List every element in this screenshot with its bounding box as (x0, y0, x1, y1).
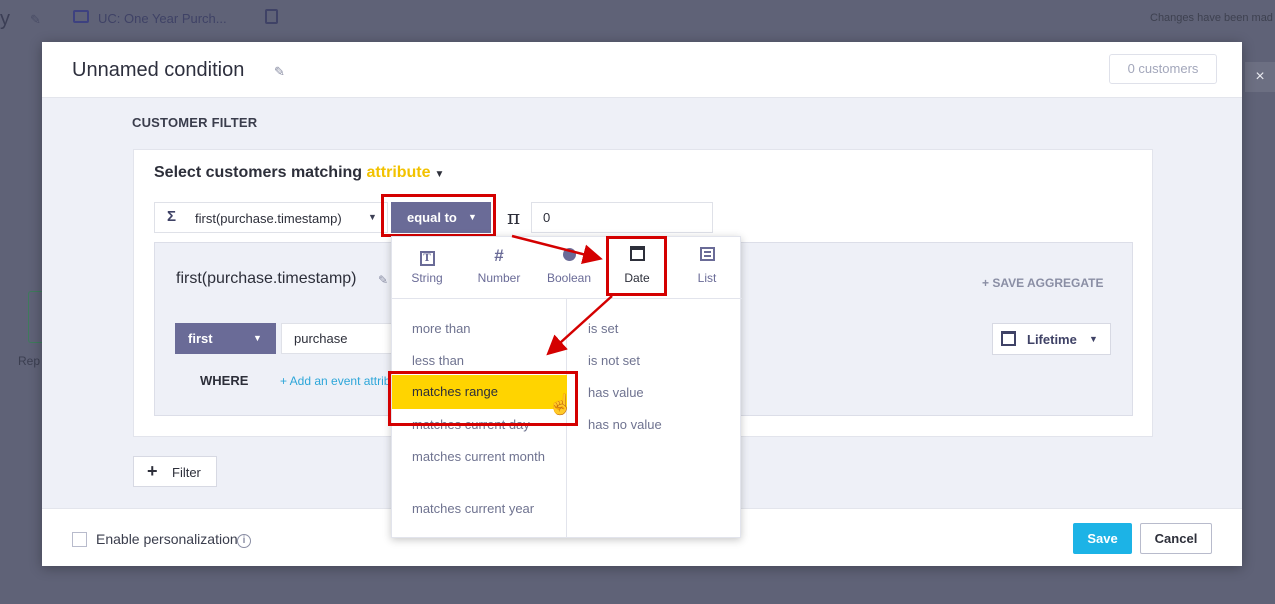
modal-header: Unnamed condition ✎ 0 customers (42, 42, 1242, 98)
pi-icon[interactable]: π (507, 205, 520, 229)
hash-icon: # (494, 246, 504, 265)
sigma-icon: Σ (167, 208, 177, 225)
bg-folder-title: UC: One Year Purch... (98, 11, 227, 26)
aggregate-field-label: first(purchase.timestamp) (195, 211, 342, 226)
section-title: CUSTOMER FILTER (132, 115, 258, 130)
close-icon[interactable]: × (1245, 62, 1275, 92)
modal-title: Unnamed condition (72, 59, 245, 81)
background-topbar: y ✎ UC: One Year Purch... Changes have b… (0, 0, 1275, 40)
bg-card-edge (28, 291, 42, 343)
select-mode-link[interactable]: attribute (367, 164, 431, 181)
operator-option[interactable]: matches current year (412, 499, 552, 519)
chevron-down-icon: ▼ (253, 333, 262, 343)
select-matching-line: Select customers matching attribute ▼ (154, 164, 444, 182)
operator-option[interactable]: is set (588, 319, 728, 339)
chevron-down-icon: ▼ (1089, 334, 1098, 344)
tab-number[interactable]: # Number (464, 237, 534, 299)
generic-operators-column: is set is not set has value has no value (568, 299, 742, 538)
event-name-input[interactable]: purchase (281, 323, 401, 354)
annotation-date-box (606, 236, 667, 296)
edit-aggregate-pencil-icon[interactable]: ✎ (378, 273, 388, 287)
operator-option[interactable]: has no value (588, 415, 728, 435)
tab-label: Number (477, 271, 521, 285)
hand-cursor-icon: ☝ (548, 394, 573, 416)
bg-changes-status: Changes have been mad (1150, 12, 1273, 24)
time-range-dropdown[interactable]: Lifetime ▼ (992, 323, 1111, 355)
where-label: WHERE (200, 373, 249, 388)
tab-list[interactable]: List (672, 237, 742, 299)
add-filter-button[interactable]: + Filter (133, 456, 217, 487)
operator-option[interactable]: is not set (588, 351, 728, 371)
annotation-operator-box (381, 194, 496, 237)
personalization-label: Enable personalization (96, 531, 238, 547)
save-button[interactable]: Save (1073, 523, 1132, 554)
bg-side-label: Rep (18, 354, 41, 368)
bg-title-fragment: y (0, 8, 10, 30)
time-range-label: Lifetime (1027, 332, 1077, 347)
operator-option[interactable]: has value (588, 383, 728, 403)
operator-option[interactable]: more than (412, 319, 552, 339)
chevron-down-icon[interactable]: ▼ (435, 169, 445, 180)
operator-option[interactable]: less than (412, 351, 552, 371)
list-icon (699, 247, 715, 261)
type-tabs: T String # Number Boolean Date List (392, 237, 742, 299)
folder-icon (73, 10, 89, 23)
info-icon[interactable]: i (237, 534, 251, 548)
add-event-attribute-link[interactable]: + Add an event attribute (280, 374, 392, 388)
pencil-icon: ✎ (30, 12, 41, 27)
tab-string[interactable]: T String (392, 237, 462, 299)
tab-label: String (411, 271, 443, 285)
plus-icon: + (147, 461, 158, 481)
customers-count-badge: 0 customers (1109, 54, 1217, 84)
personalization-checkbox[interactable] (72, 532, 87, 547)
add-filter-label: Filter (172, 465, 201, 480)
aggregate-function-dropdown[interactable]: first ▼ (175, 323, 276, 354)
aggregate-title: first(purchase.timestamp) (176, 270, 357, 287)
note-icon (265, 9, 278, 24)
aggregate-function-label: first (188, 331, 213, 346)
save-aggregate-link[interactable]: + SAVE AGGREGATE (982, 276, 1103, 290)
tab-label: Boolean (546, 271, 592, 285)
value-input[interactable] (531, 202, 713, 233)
cancel-button[interactable]: Cancel (1140, 523, 1212, 554)
chevron-down-icon: ▼ (368, 212, 377, 222)
select-prefix: Select customers matching (154, 164, 363, 181)
edit-title-pencil-icon[interactable]: ✎ (274, 64, 285, 80)
operator-option[interactable]: matches current month (412, 447, 552, 467)
tab-label: List (697, 271, 717, 285)
tab-boolean[interactable]: Boolean (534, 237, 604, 299)
aggregate-field-select[interactable]: Σ first(purchase.timestamp) ▼ (154, 202, 388, 233)
boolean-dot-icon (562, 248, 576, 261)
calendar-icon (1001, 331, 1016, 346)
string-type-icon: T (419, 251, 435, 266)
